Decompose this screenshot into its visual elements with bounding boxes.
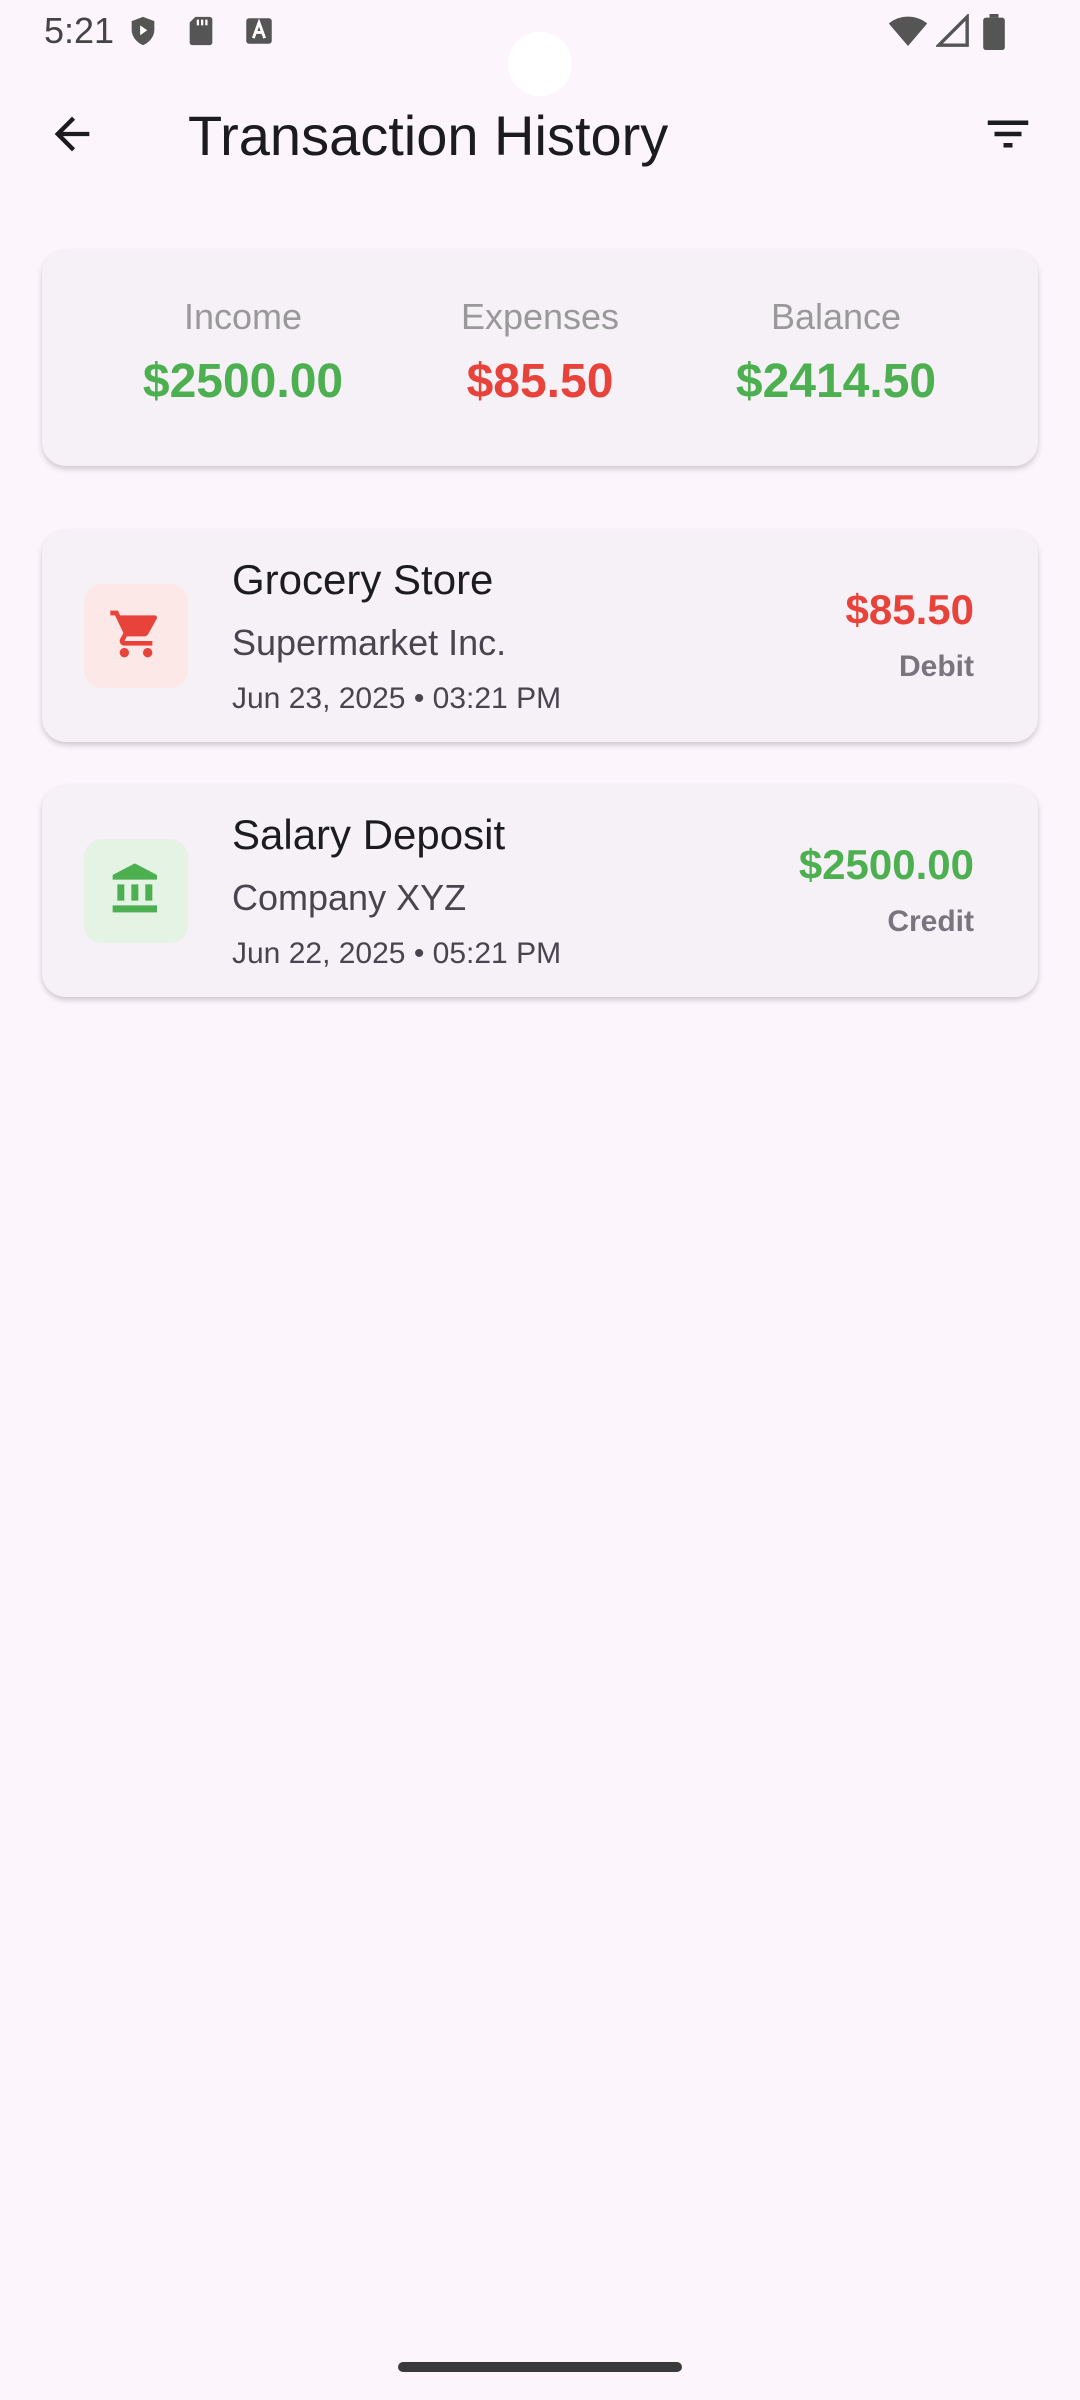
balance-value: $2414.50 xyxy=(735,355,937,408)
bank-icon xyxy=(108,861,164,922)
expenses-summary: Expenses $85.50 xyxy=(390,250,690,409)
page-title: Transaction History xyxy=(188,104,669,167)
back-button[interactable] xyxy=(36,100,108,172)
filter-list-icon xyxy=(981,107,1035,166)
shield-icon xyxy=(126,14,160,48)
income-summary: Income $2500.00 xyxy=(93,250,393,409)
balance-label: Balance xyxy=(770,296,902,337)
transaction-card[interactable]: Salary Deposit Company XYZ Jun 22, 2025 … xyxy=(42,785,1038,997)
sd-card-icon xyxy=(184,14,218,48)
income-value: $2500.00 xyxy=(142,355,344,408)
filter-button[interactable] xyxy=(972,100,1044,172)
transaction-card[interactable]: Grocery Store Supermarket Inc. Jun 23, 2… xyxy=(42,530,1038,742)
battery-icon xyxy=(982,14,1006,51)
arrow-back-icon xyxy=(46,108,98,165)
transaction-icon-box xyxy=(84,584,188,688)
signal-icon xyxy=(934,12,970,48)
balance-summary: Balance $2414.50 xyxy=(686,250,986,409)
transaction-type: Debit xyxy=(899,650,974,683)
transaction-title: Grocery Store xyxy=(232,556,494,603)
transaction-icon-box xyxy=(84,839,188,943)
income-label: Income xyxy=(183,296,303,337)
expenses-value: $85.50 xyxy=(466,355,614,408)
accessibility-icon xyxy=(242,14,276,48)
home-indicator[interactable] xyxy=(398,2362,682,2372)
status-time: 5:21 xyxy=(44,10,115,51)
transaction-title: Salary Deposit xyxy=(232,811,506,858)
shopping-cart-icon xyxy=(108,606,164,667)
summary-card: Income $2500.00 Expenses $85.50 Balance … xyxy=(42,250,1038,466)
transaction-type: Credit xyxy=(887,905,974,938)
transaction-date: Jun 22, 2025 • 05:21 PM xyxy=(232,937,562,970)
transaction-merchant: Supermarket Inc. xyxy=(232,622,507,663)
wifi-icon xyxy=(888,14,928,48)
transaction-amount: $2500.00 xyxy=(798,841,974,888)
transaction-amount: $85.50 xyxy=(845,586,974,633)
app-bar: Transaction History xyxy=(0,80,1080,190)
transaction-date: Jun 23, 2025 • 03:21 PM xyxy=(232,682,562,715)
expenses-label: Expenses xyxy=(460,296,620,337)
transaction-merchant: Company XYZ xyxy=(232,877,467,918)
